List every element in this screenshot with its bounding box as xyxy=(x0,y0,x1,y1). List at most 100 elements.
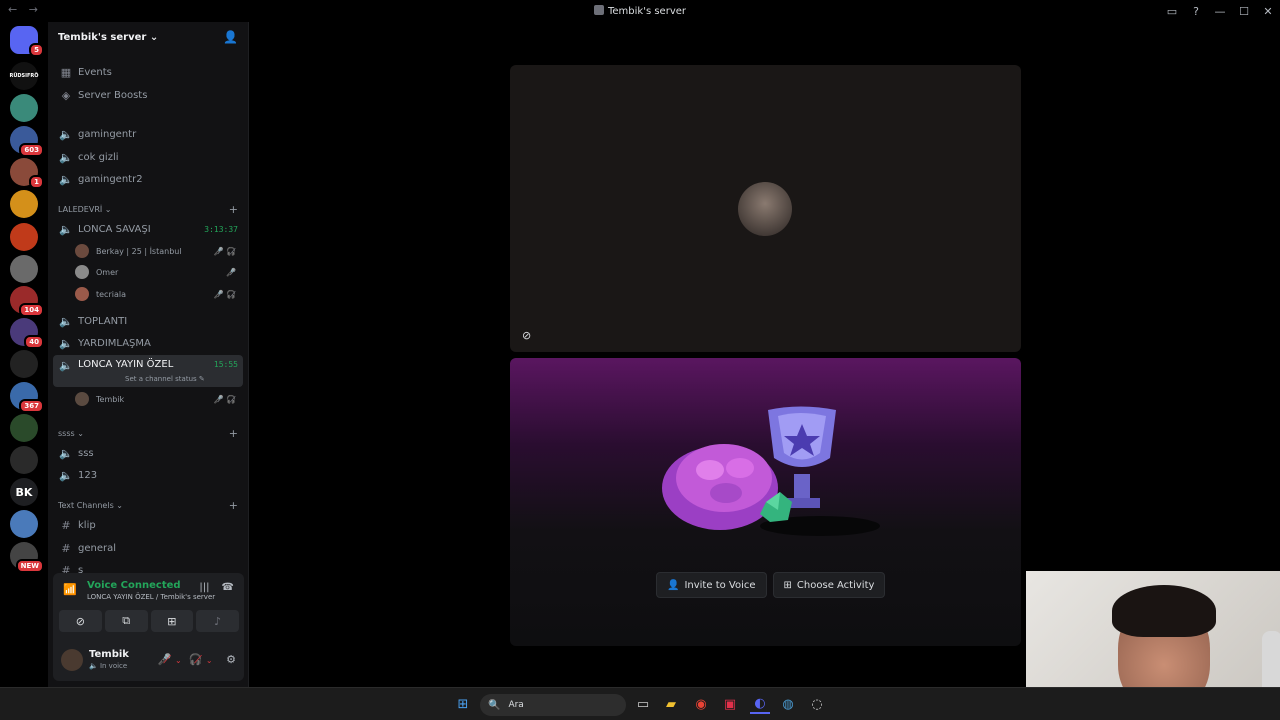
disconnect-icon[interactable]: ☎ xyxy=(222,582,234,593)
category-label: LALEDEVRİ xyxy=(58,205,103,214)
channel-name: general xyxy=(78,542,117,554)
activity-button[interactable]: ⊞ xyxy=(150,610,194,632)
activity-actions: 👤 Invite to Voice ⊞ Choose Activity xyxy=(656,572,886,598)
invite-to-voice-button[interactable]: 👤 Invite to Voice xyxy=(656,572,767,598)
server-header[interactable]: Tembik's server ⌄ 👤 xyxy=(48,22,248,52)
noise-suppression-icon[interactable]: ||| xyxy=(199,582,209,593)
text-channel[interactable]: # general xyxy=(53,538,243,558)
channel-name: LONCA SAVAŞI xyxy=(78,223,151,235)
voice-status-title[interactable]: Voice Connected xyxy=(87,580,181,591)
activity-tile: 👤 Invite to Voice ⊞ Choose Activity xyxy=(510,358,1021,646)
voice-channel[interactable]: 🔈 TOPLANTI xyxy=(53,311,243,331)
server-icon[interactable]: 5 xyxy=(10,26,44,57)
close-button[interactable]: ✕ xyxy=(1256,5,1280,18)
muted-icon: 🎤̸ 🎧̸ xyxy=(213,246,236,256)
server-icon[interactable] xyxy=(10,190,38,218)
server-icon[interactable] xyxy=(10,414,38,442)
server-icon[interactable] xyxy=(10,255,38,283)
soundboard-button[interactable]: ♪ xyxy=(196,610,239,632)
server-icon[interactable]: 603 xyxy=(10,126,44,157)
server-icon[interactable]: 40 xyxy=(10,318,44,349)
gear-icon[interactable]: ⚙ xyxy=(226,653,236,666)
server-icon[interactable] xyxy=(10,510,38,538)
speaker-icon: 🔈 xyxy=(59,336,73,350)
channel-status[interactable]: Set a channel status ✎ xyxy=(125,375,205,383)
taskbar-search[interactable]: 🔍 Ara xyxy=(480,694,626,716)
server-icon[interactable] xyxy=(10,350,38,378)
minimize-button[interactable]: — xyxy=(1208,5,1232,18)
task-view-icon[interactable]: ▭ xyxy=(634,694,652,714)
server-icon[interactable]: RÜDSIFRÖ xyxy=(9,62,39,90)
steam-icon[interactable]: ◍ xyxy=(779,694,797,714)
app-icon[interactable]: ▣ xyxy=(721,694,739,714)
muted-icon: 🎤̸ 🎧̸ xyxy=(213,394,236,404)
screen-share-button[interactable]: ⧉ xyxy=(104,610,148,632)
text-channel[interactable]: # klip xyxy=(53,515,243,535)
choose-activity-button[interactable]: ⊞ Choose Activity xyxy=(772,572,886,598)
category-laledevri[interactable]: LALEDEVRİ ⌄ + xyxy=(58,203,238,216)
camera-button[interactable]: ⊘ xyxy=(59,610,102,632)
user-panel: Tembik 🔈 In voice 🎤̸ ⌄ 🎧̸ ⌄ ⚙ xyxy=(53,641,244,681)
headphones-muted-icon[interactable]: 🎧̸ xyxy=(189,653,203,666)
discord-taskbar-icon[interactable]: ◐ xyxy=(750,694,770,714)
app-icon[interactable]: ◌ xyxy=(808,694,826,714)
title-bar: ← → Tembik's server ▭ ? — ☐ ✕ xyxy=(0,0,1280,22)
server-icon[interactable]: 104 xyxy=(10,286,44,317)
add-channel-icon[interactable]: + xyxy=(229,427,238,440)
server-icon[interactable] xyxy=(10,94,38,122)
voice-user[interactable]: tecriala 🎤̸ 🎧̸ xyxy=(75,285,243,303)
voice-channel[interactable]: 🔈 gamingentr xyxy=(53,124,243,144)
voice-channel[interactable]: 🔈 gamingentr2 xyxy=(53,169,243,189)
add-channel-icon[interactable]: + xyxy=(229,499,238,512)
speaker-icon: 🔈 xyxy=(59,172,73,186)
server-icon[interactable] xyxy=(10,223,38,251)
events-item[interactable]: ▦ Events xyxy=(53,62,243,82)
invite-people-icon[interactable]: 👤 xyxy=(223,30,238,44)
screen-share-icon: ⧉ xyxy=(122,614,131,627)
inbox-icon[interactable]: ▭ xyxy=(1160,5,1184,18)
help-icon[interactable]: ? xyxy=(1184,5,1208,18)
user-controls: 🎤̸ ⌄ 🎧̸ ⌄ ⚙ xyxy=(158,653,236,666)
voice-user[interactable]: Omer 🎤̸ xyxy=(75,263,243,281)
mic-muted-icon[interactable]: 🎤̸ xyxy=(158,653,172,666)
notification-badge: 40 xyxy=(24,335,44,349)
user-name[interactable]: Tembik xyxy=(89,649,129,660)
channel-name: klip xyxy=(78,519,96,531)
chrome-icon[interactable]: ◉ xyxy=(692,694,710,714)
speaker-icon: 🔈 xyxy=(59,359,73,372)
voice-channel-lonca-savasi[interactable]: 🔈 LONCA SAVAŞI 3:13:37 xyxy=(53,219,243,239)
speaker-icon: 🔈 xyxy=(59,446,73,460)
voice-user[interactable]: Tembik 🎤̸ 🎧̸ xyxy=(75,390,243,408)
taskbar: ⊞ 🔍 Ara ▭ ▰ ◉ ▣ ◐ ◍ ◌ xyxy=(0,687,1280,720)
server-icon[interactable]: 367 xyxy=(10,382,44,413)
server-boosts-item[interactable]: ◈ Server Boosts xyxy=(53,85,243,105)
voice-channel[interactable]: 🔈 cok gizli xyxy=(53,147,243,167)
category-ssss[interactable]: ssss ⌄ + xyxy=(58,427,238,440)
server-icon[interactable]: BK xyxy=(10,478,38,506)
chevron-down-icon[interactable]: ⌄ xyxy=(175,656,182,665)
voice-channel[interactable]: 🔈 YARDIMLAŞMA xyxy=(53,333,243,353)
chevron-down-icon[interactable]: ⌄ xyxy=(206,656,213,665)
server-icon[interactable] xyxy=(10,446,38,474)
server-icon[interactable]: NEW xyxy=(10,542,44,573)
server-icon[interactable]: 1 xyxy=(10,158,44,189)
participant-tile[interactable]: ⊘ xyxy=(510,65,1021,352)
file-explorer-icon[interactable]: ▰ xyxy=(662,694,680,714)
voice-user[interactable]: Berkay | 25 | İstanbul 🎤̸ 🎧̸ xyxy=(75,242,243,260)
add-channel-icon[interactable]: + xyxy=(229,203,238,216)
avatar[interactable] xyxy=(61,649,83,671)
avatar xyxy=(75,287,89,301)
maximize-button[interactable]: ☐ xyxy=(1232,5,1256,18)
category-text-channels[interactable]: Text Channels ⌄ + xyxy=(58,499,238,512)
signal-icon[interactable]: 📶 xyxy=(63,583,77,596)
voice-channel[interactable]: 🔈 sss xyxy=(53,443,243,463)
notification-badge: 104 xyxy=(19,303,44,317)
voice-location[interactable]: LONCA YAYIN ÖZEL / Tembik's server xyxy=(87,593,215,601)
speaker-icon: 🔈 xyxy=(59,314,73,328)
camera-off-icon: ⊘ xyxy=(75,614,85,628)
soundboard-icon: ♪ xyxy=(214,614,222,628)
windows-start-icon[interactable]: ⊞ xyxy=(454,694,472,714)
channel-name: YARDIMLAŞMA xyxy=(78,337,151,349)
speaker-icon: 🔈 xyxy=(59,468,73,482)
voice-channel[interactable]: 🔈 123 xyxy=(53,465,243,485)
